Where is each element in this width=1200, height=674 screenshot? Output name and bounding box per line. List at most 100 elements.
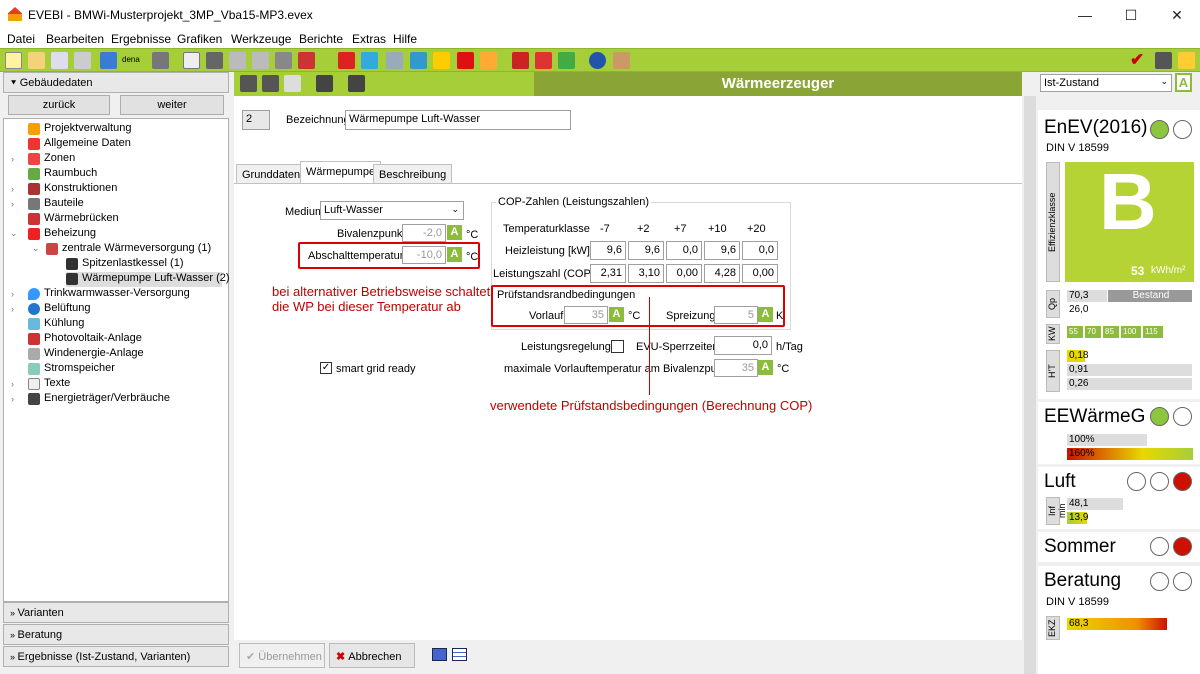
open-folder-icon[interactable] (28, 52, 45, 69)
document-icon[interactable] (183, 52, 200, 69)
collapse-icon[interactable]: ⌄ (32, 243, 40, 254)
heizleistung-cell[interactable]: 9,6 (590, 241, 626, 260)
fan-icon[interactable] (410, 52, 427, 69)
form-view-icon[interactable] (432, 648, 447, 661)
expand-icon[interactable]: › (11, 184, 14, 194)
grid-icon[interactable] (361, 52, 378, 69)
auto-button[interactable]: A (758, 307, 773, 322)
cop-cell[interactable]: 2,31 (590, 264, 626, 283)
check-icon[interactable]: ✔ (1130, 50, 1144, 70)
sun-icon[interactable] (433, 52, 450, 69)
section-beratung[interactable]: » Beratung (3, 624, 229, 645)
menu-berichte[interactable]: Berichte (299, 32, 343, 46)
right-scrollbar[interactable] (1024, 96, 1036, 674)
medium-select[interactable]: Luft-Wasser ⌄ (320, 201, 464, 220)
report-icon[interactable] (535, 52, 552, 69)
trend-icon[interactable] (1178, 52, 1195, 69)
expand-icon[interactable]: › (11, 394, 14, 404)
eco-house-icon[interactable] (558, 52, 575, 69)
forward-button[interactable]: weiter (120, 95, 224, 115)
redo-icon[interactable] (100, 52, 117, 69)
export-icon[interactable] (1155, 52, 1172, 69)
abbrechen-button[interactable]: ✖ Abbrechen (329, 643, 415, 668)
wand-icon[interactable] (152, 52, 169, 69)
cop-cell[interactable]: 0,00 (742, 264, 778, 283)
status-light-green (1150, 120, 1169, 139)
house-icon[interactable] (480, 52, 497, 69)
help-icon[interactable] (589, 52, 606, 69)
menu-ergebnisse[interactable]: Ergebnisse (111, 32, 171, 46)
evu-input[interactable]: 0,0 (714, 336, 772, 355)
menu-werkzeuge[interactable]: Werkzeuge (231, 32, 291, 46)
delete-generator-icon[interactable] (348, 75, 365, 92)
uebernehmen-button[interactable]: ✔ Übernehmen (239, 643, 325, 668)
table-icon[interactable] (275, 52, 292, 69)
heizleistung-cell[interactable]: 0,0 (742, 241, 778, 260)
back-button[interactable]: zurück (8, 95, 110, 115)
roof-icon[interactable] (298, 52, 315, 69)
eewaermeg-card: EEWärmeG 100% 160% (1038, 402, 1200, 464)
dena-button[interactable]: dena (122, 55, 140, 64)
import-icon[interactable] (74, 52, 91, 69)
section-gebaeudedaten[interactable]: ⯆ Gebäudedaten (3, 72, 229, 93)
add-generator-icon[interactable] (316, 75, 333, 92)
maximize-button[interactable]: ☐ (1108, 0, 1154, 30)
a-button[interactable]: A (1175, 73, 1192, 92)
heizleistung-cell[interactable]: 9,6 (628, 241, 664, 260)
tree-item-waermepumpe-selected[interactable]: Wärmepumpe Luft-Wasser (2) (66, 272, 230, 287)
section-ergebnisse[interactable]: » Ergebnisse (Ist-Zustand, Varianten) (3, 646, 229, 667)
move-down-icon[interactable] (262, 75, 279, 92)
expand-icon[interactable]: › (11, 379, 14, 389)
close-button[interactable]: ✕ (1154, 0, 1200, 30)
tab-beschreibung[interactable]: Beschreibung (373, 164, 453, 184)
stack-icon[interactable] (252, 52, 269, 69)
heizleistung-cell[interactable]: 0,0 (666, 241, 702, 260)
minimize-button[interactable]: — (1062, 0, 1108, 30)
copy-icon[interactable] (284, 75, 301, 92)
window-icon[interactable] (338, 52, 355, 69)
menu-grafiken[interactable]: Grafiken (177, 32, 222, 46)
cop-cell[interactable]: 4,28 (704, 264, 740, 283)
chart-icon[interactable] (512, 52, 529, 69)
smart-grid-checkbox[interactable]: ✓ (320, 362, 332, 374)
expand-icon[interactable]: › (11, 304, 14, 314)
auto-button[interactable]: A (447, 225, 462, 240)
heizleistung-cell[interactable]: 9,6 (704, 241, 740, 260)
menu-extras[interactable]: Extras (352, 32, 386, 46)
tab-waermepumpe[interactable]: Wärmepumpe (300, 161, 382, 184)
menu-datei[interactable]: Datei (7, 32, 35, 46)
table-view-icon[interactable] (452, 648, 467, 661)
luft-value: 48,1 (1067, 498, 1123, 510)
bezeichnung-input[interactable]: Wärmepumpe Luft-Wasser (345, 110, 571, 130)
cop-cell[interactable]: 0,00 (666, 264, 702, 283)
wall-icon[interactable] (229, 52, 246, 69)
leistungsregelung-checkbox[interactable] (611, 340, 624, 353)
auto-button[interactable]: A (609, 307, 624, 322)
collapse-icon[interactable]: ⌄ (10, 228, 18, 239)
tree-icon[interactable] (206, 52, 223, 69)
copy-icon[interactable] (51, 52, 68, 69)
expand-icon[interactable]: › (11, 199, 14, 209)
auto-button[interactable]: A (447, 247, 462, 262)
lightning-icon[interactable] (457, 52, 474, 69)
cop-group-title: COP-Zahlen (Leistungszahlen) (496, 196, 652, 208)
expand-icon[interactable]: › (11, 289, 14, 299)
new-file-icon[interactable] (5, 52, 22, 69)
calculator-icon[interactable] (613, 52, 630, 69)
expand-icon[interactable]: › (11, 154, 14, 164)
variant-select[interactable]: Ist-Zustand ⌄ (1040, 74, 1172, 92)
main-toolbar: dena ✔ (0, 48, 1200, 72)
abschalttemperatur-input[interactable]: -10,0 (402, 246, 446, 264)
vorlauf-input[interactable]: 35 (564, 306, 608, 324)
search-icon[interactable] (386, 52, 403, 69)
spreizung-input[interactable]: 5 (714, 306, 758, 324)
section-varianten[interactable]: » Varianten (3, 602, 229, 623)
cop-cell[interactable]: 3,10 (628, 264, 664, 283)
bivalenzpunkt-input[interactable]: -2,0 (402, 224, 446, 242)
auto-button[interactable]: A (758, 360, 773, 375)
move-up-icon[interactable] (240, 75, 257, 92)
tab-grunddaten[interactable]: Grunddaten (236, 164, 307, 184)
max-vorlauf-input[interactable]: 35 (714, 359, 758, 377)
menu-hilfe[interactable]: Hilfe (393, 32, 417, 46)
menu-bearbeiten[interactable]: Bearbeiten (46, 32, 104, 46)
